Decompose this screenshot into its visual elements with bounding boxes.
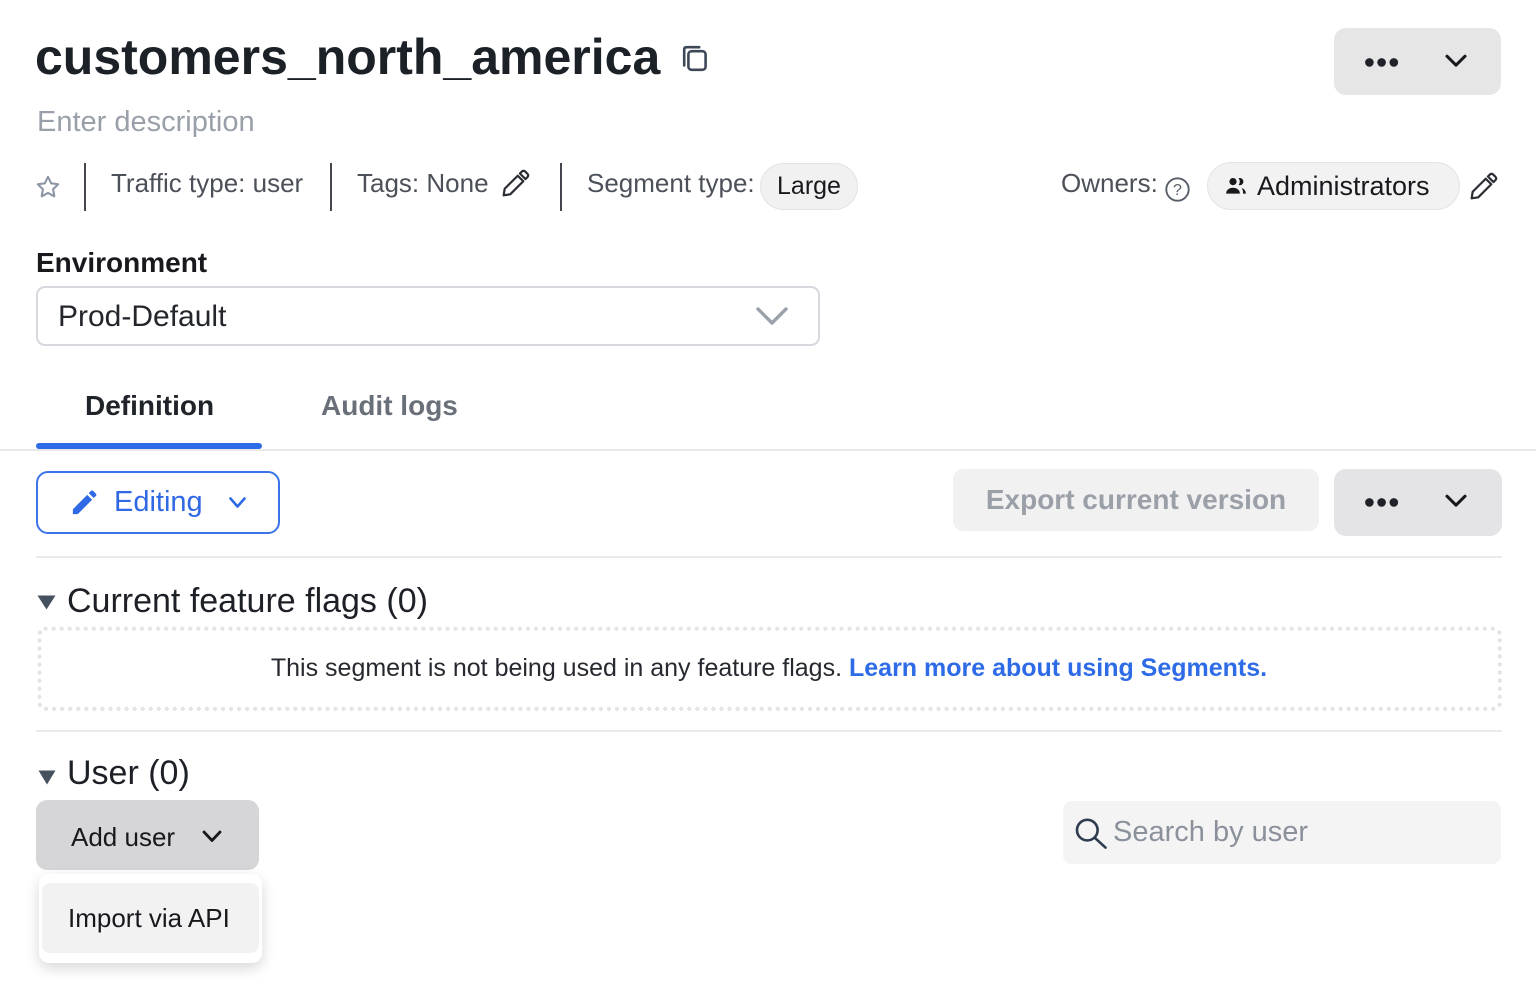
svg-text:?: ? [1173,182,1182,199]
